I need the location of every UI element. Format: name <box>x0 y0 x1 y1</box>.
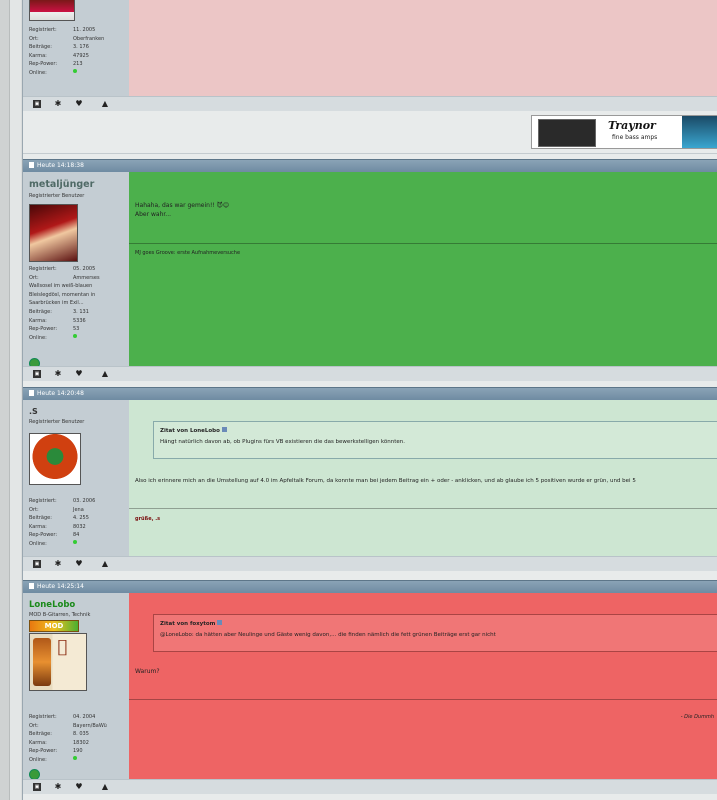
quote-block: Zitat von LoneLobo Hängt natürlich davon… <box>153 421 717 459</box>
post-footer: ▣ ✱ ♥ ▲ <box>23 96 717 111</box>
view-post-icon[interactable] <box>221 427 227 432</box>
user-stats: Registriert: 05. 2005 Ort: Ammerses Wallso… <box>29 266 100 341</box>
user-card: LoneLobo MOD B-Gitarren, Technik MOD ⌷ R… <box>23 593 129 780</box>
reputation-icon[interactable]: ✱ <box>54 560 62 568</box>
post-body: Registriert: 11. 2005 Ort: Oberfranken Bei… <box>23 0 717 96</box>
signature-divider <box>129 243 717 244</box>
post-3: Heute 14:20:48 .S Registrierter Benutzer… <box>23 387 717 571</box>
report-icon[interactable]: ▲ <box>101 783 109 791</box>
traynor-ad[interactable]: Traynor fine bass amps <box>531 115 717 149</box>
post-body: LoneLobo MOD B-Gitarren, Technik MOD ⌷ R… <box>23 593 717 780</box>
view-post-icon[interactable] <box>217 620 223 625</box>
post-1: Registriert: 11. 2005 Ort: Oberfranken Bei… <box>23 0 717 154</box>
user-avatar: ⌷ <box>29 633 87 691</box>
message-area: Zitat von LoneLobo Hängt natürlich davon… <box>129 400 717 556</box>
post-body: .S Registrierter Benutzer Registriert: 03… <box>23 400 717 556</box>
quote-author: Zitat von LoneLobo <box>160 428 220 434</box>
post-header: Heute 14:20:48 <box>23 387 717 400</box>
thanks-icon[interactable]: ♥ <box>75 370 83 378</box>
reputation-icon[interactable]: ✱ <box>54 370 62 378</box>
signature: grüße, .s <box>135 516 161 522</box>
message-text: Aber wahr... <box>135 211 172 218</box>
user-title: MOD B-Gitarren, Technik <box>29 612 91 618</box>
post-footer: ▣ ✱ ♥ ▲ <box>23 556 717 571</box>
profile-icon[interactable]: ▣ <box>33 560 41 568</box>
online-status-icon <box>73 68 77 73</box>
online-status-icon <box>73 755 77 760</box>
mod-badge: MOD <box>29 620 79 632</box>
ad-brand: Traynor <box>608 119 656 132</box>
post-4: Heute 14:25:14 LoneLobo MOD B-Gitarren, … <box>23 580 717 794</box>
message-area <box>129 0 717 96</box>
username[interactable]: metaljünger <box>29 179 94 190</box>
ad-banner-row: Traynor fine bass amps <box>23 111 717 154</box>
thanks-icon[interactable]: ♥ <box>75 560 83 568</box>
message-text: Warum? <box>135 668 160 675</box>
thanks-icon[interactable]: ♥ <box>75 783 83 791</box>
thread-content: Registriert: 11. 2005 Ort: Oberfranken Bei… <box>22 0 717 800</box>
user-avatar <box>29 204 78 262</box>
online-status-icon <box>73 539 77 544</box>
message-text: Hahaha, das war gemein!! 😈😊 <box>135 202 230 209</box>
quote-text: Hängt natürlich davon ab, ob Plugins für… <box>160 439 405 445</box>
message-area: Hahaha, das war gemein!! 😈😊 Aber wahr...… <box>129 172 717 366</box>
report-icon[interactable]: ▲ <box>101 560 109 568</box>
left-scroll-gutter <box>0 0 10 800</box>
user-stats: Registriert: 04. 2004 Ort: Bayern/BaWü Bei… <box>29 714 107 763</box>
kanji-image: ⌷ <box>56 636 70 661</box>
signature: - Die Dummh <box>680 714 714 720</box>
post-footer: ▣ ✱ ♥ ▲ <box>23 779 717 794</box>
speaker-image <box>682 116 717 148</box>
profile-icon[interactable]: ▣ <box>33 783 41 791</box>
post-footer: ▣ ✱ ♥ ▲ <box>23 366 717 381</box>
report-icon[interactable]: ▲ <box>101 370 109 378</box>
signature[interactable]: MJ goes Groove: erste Aufnahmeversuche <box>135 250 240 256</box>
report-icon[interactable]: ▲ <box>101 100 109 108</box>
reputation-icon[interactable]: ✱ <box>54 783 62 791</box>
profile-icon[interactable]: ▣ <box>33 100 41 108</box>
thanks-icon[interactable]: ♥ <box>75 100 83 108</box>
left-margin <box>10 0 21 800</box>
user-title: Registrierter Benutzer <box>29 419 85 425</box>
user-avatar <box>29 433 81 485</box>
quote-block: Zitat von foxytom @LoneLobo: da hätten a… <box>153 614 717 652</box>
user-avatar <box>29 0 75 21</box>
user-stats: Registriert: 11. 2005 Ort: Oberfranken Bei… <box>29 27 105 76</box>
online-status-icon <box>73 333 77 338</box>
reputation-icon[interactable]: ✱ <box>54 100 62 108</box>
post-icon <box>29 583 34 589</box>
quote-author: Zitat von foxytom <box>160 621 216 627</box>
ad-tagline: fine bass amps <box>612 134 658 141</box>
user-card: .S Registrierter Benutzer Registriert: 03… <box>23 400 129 556</box>
quote-text: @LoneLobo: da hätten aber Neulinge und G… <box>160 632 496 638</box>
message-area: Zitat von foxytom @LoneLobo: da hätten a… <box>129 593 717 779</box>
post-body: metaljünger Registrierter Benutzer Regis… <box>23 172 717 369</box>
post-icon <box>29 162 34 168</box>
guitar-image <box>33 638 51 686</box>
post-header: Heute 14:18:38 <box>23 159 717 172</box>
post-header: Heute 14:25:14 <box>23 580 717 593</box>
amp-image <box>538 119 596 147</box>
message-text: Also ich erinnere mich an die Umstellung… <box>135 478 636 484</box>
signature-divider <box>129 508 717 509</box>
post-icon <box>29 390 34 396</box>
profile-icon[interactable]: ▣ <box>33 370 41 378</box>
user-card: Registriert: 11. 2005 Ort: Oberfranken Bei… <box>23 0 129 96</box>
post-2: Heute 14:18:38 metaljünger Registrierter… <box>23 159 717 381</box>
user-card: metaljünger Registrierter Benutzer Regis… <box>23 172 129 369</box>
user-stats: Registriert: 03. 2006 Ort: Jena Beiträge: 4… <box>29 498 96 547</box>
user-title: Registrierter Benutzer <box>29 193 85 199</box>
signature-divider <box>129 699 717 700</box>
username[interactable]: LoneLobo <box>29 600 75 610</box>
username[interactable]: .S <box>29 407 38 416</box>
